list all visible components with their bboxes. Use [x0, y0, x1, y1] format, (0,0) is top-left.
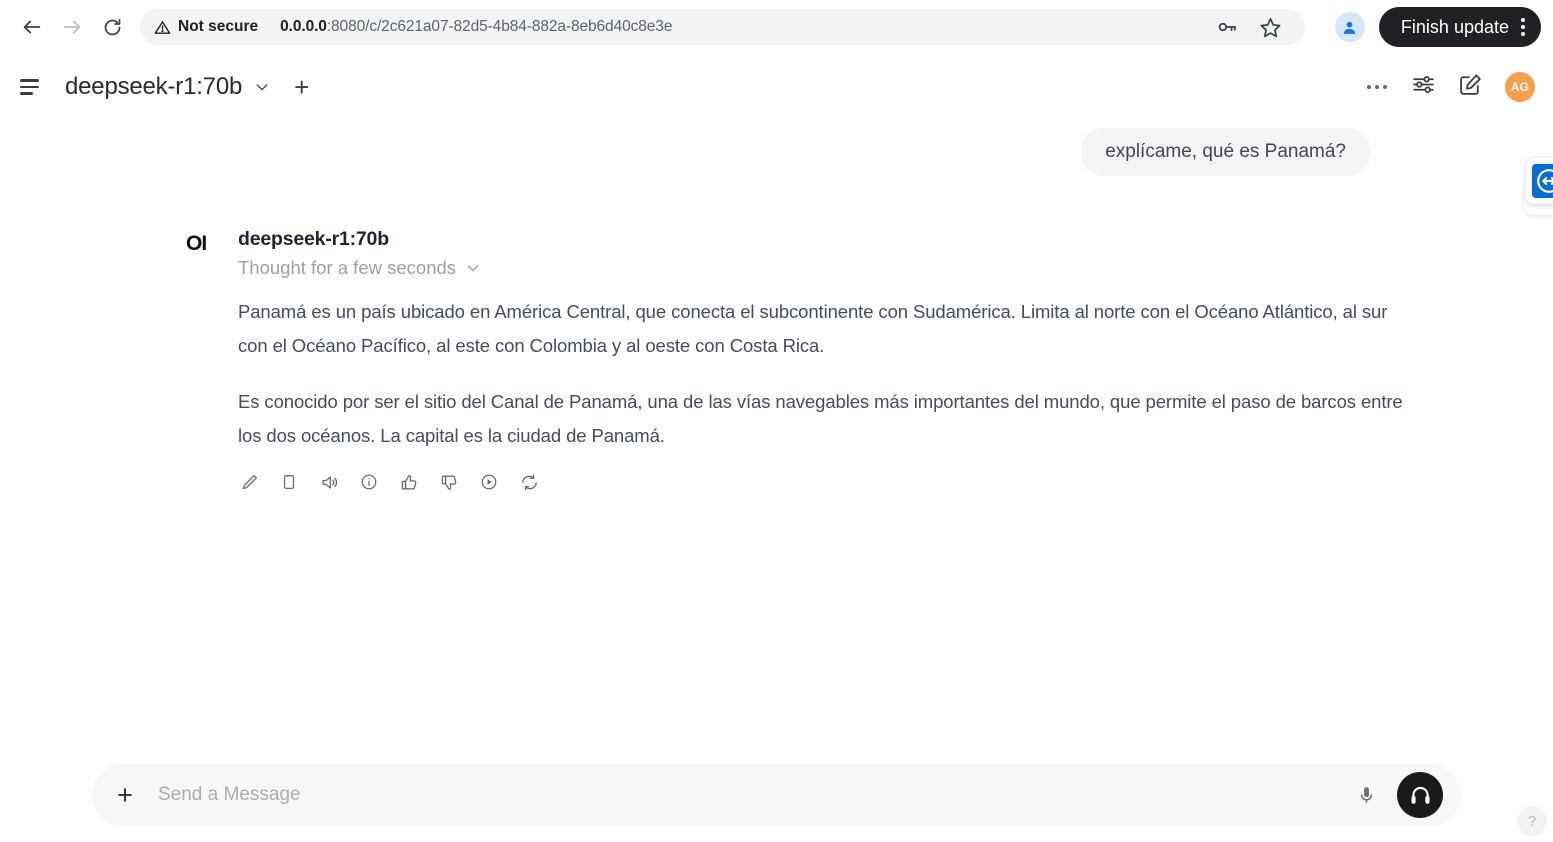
- chevron-down-icon: [256, 84, 268, 91]
- more-options-icon[interactable]: [1365, 79, 1389, 95]
- finish-update-label: Finish update: [1400, 16, 1509, 37]
- app-header: deepseek-r1:70b + AG: [0, 54, 1553, 120]
- browser-menu-icon[interactable]: [1515, 18, 1531, 36]
- passwords-button[interactable]: [1207, 7, 1247, 47]
- assistant-message: OI deepseek-r1:70b Thought for a few sec…: [186, 228, 1403, 497]
- arrow-left-icon: [23, 20, 41, 34]
- message-composer[interactable]: +: [92, 764, 1461, 826]
- reload-icon: [104, 18, 120, 35]
- chevron-down-icon: [467, 265, 479, 272]
- assistant-paragraph-2: Es conocido por ser el sitio del Canal d…: [238, 391, 1403, 446]
- thumbs-down-icon[interactable]: [434, 467, 464, 497]
- not-secure-label: Not secure: [178, 18, 259, 35]
- thought-summary-toggle[interactable]: Thought for a few seconds: [238, 257, 1403, 279]
- assistant-model-name: deepseek-r1:70b: [238, 228, 389, 250]
- speaker-icon[interactable]: [314, 467, 344, 497]
- microphone-icon: [1360, 786, 1372, 803]
- key-icon: [1218, 22, 1237, 32]
- chat-controls-button[interactable]: [1411, 72, 1436, 102]
- teamviewer-badge[interactable]: [1526, 158, 1553, 204]
- arrow-right-icon: [63, 20, 81, 34]
- microphone-button[interactable]: [1349, 778, 1383, 812]
- bookmark-button[interactable]: [1251, 7, 1291, 47]
- headphones-icon: [1410, 786, 1430, 804]
- url-path: :8080/c/2c621a07-82d5-4b84-882a-8eb6d40c…: [326, 18, 673, 35]
- help-button[interactable]: ?: [1517, 806, 1547, 836]
- thumbs-up-icon[interactable]: [394, 467, 424, 497]
- edit-icon[interactable]: [234, 467, 264, 497]
- app-header-actions: AG: [1365, 72, 1535, 102]
- person-icon: [1344, 21, 1356, 34]
- model-selector-label[interactable]: deepseek-r1:70b: [65, 73, 242, 101]
- reload-button[interactable]: [92, 7, 132, 47]
- user-avatar[interactable]: AG: [1505, 72, 1535, 102]
- refresh-icon[interactable]: [514, 467, 544, 497]
- star-icon: [1260, 17, 1281, 37]
- message-actions: [234, 467, 1403, 497]
- sliders-icon: [1413, 76, 1434, 93]
- url-host: 0.0.0.0: [280, 18, 327, 35]
- assistant-paragraph-1: Panamá es un país ubicado en América Cen…: [238, 301, 1388, 356]
- play-circle-icon[interactable]: [474, 467, 504, 497]
- chat-area: explícame, qué es Panamá? OI deepseek-r1…: [0, 120, 1553, 760]
- user-message-bubble: explícame, qué es Panamá?: [1081, 128, 1370, 176]
- sidebar-toggle-button[interactable]: [14, 71, 45, 103]
- menu-line-2: [20, 85, 39, 89]
- browser-toolbar: Not secure 0.0.0.0:8080/c/2c621a07-82d5-…: [0, 0, 1553, 54]
- url-text: 0.0.0.0:8080/c/2c621a07-82d5-4b84-882a-8…: [280, 18, 672, 36]
- thought-summary-label: Thought for a few seconds: [238, 257, 457, 278]
- menu-line-1: [20, 79, 39, 82]
- menu-line-3: [20, 92, 33, 95]
- address-bar[interactable]: Not secure 0.0.0.0:8080/c/2c621a07-82d5-…: [140, 9, 1305, 45]
- user-message-row: explícame, qué es Panamá?: [1081, 128, 1370, 176]
- back-button[interactable]: [12, 7, 52, 47]
- not-secure-warning-icon: [154, 19, 171, 36]
- profile-avatar[interactable]: [1334, 12, 1365, 42]
- attach-button[interactable]: +: [106, 776, 144, 814]
- call-button[interactable]: [1397, 772, 1443, 818]
- forward-button[interactable]: [52, 7, 92, 47]
- message-input[interactable]: [158, 784, 1349, 806]
- copy-icon[interactable]: [274, 467, 304, 497]
- openwebui-logo-icon: OI: [186, 232, 207, 255]
- finish-update-button[interactable]: Finish update: [1378, 7, 1541, 47]
- edit-square-icon: [1460, 74, 1481, 95]
- new-note-button[interactable]: [1458, 72, 1483, 102]
- new-chat-button[interactable]: +: [288, 72, 315, 102]
- model-selector-chevron[interactable]: [250, 75, 274, 99]
- info-icon[interactable]: [354, 467, 384, 497]
- teamviewer-logo-icon: [1532, 164, 1553, 198]
